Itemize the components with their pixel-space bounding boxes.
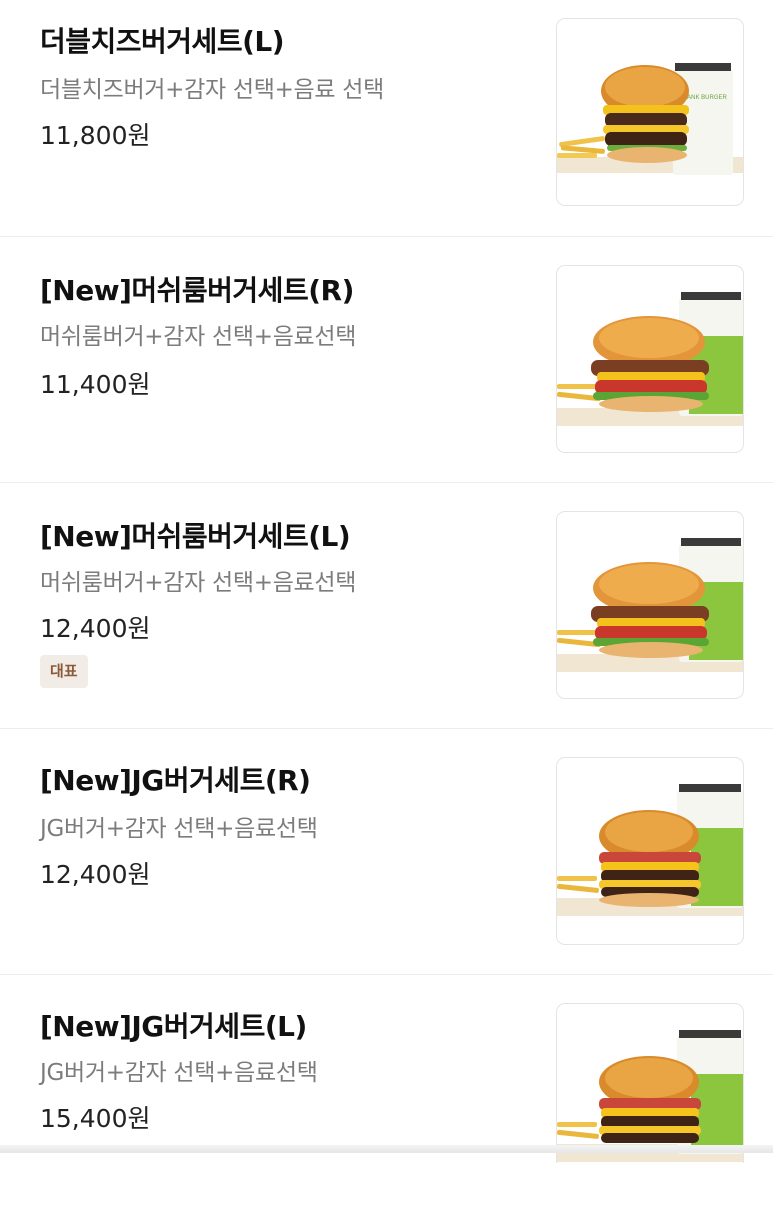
- double-cheeseburger-set-photo-icon[interactable]: FRANK BURGER: [556, 18, 744, 206]
- menu-item-mushroom-set-r[interactable]: [New]머쉬룸버거세트(R) 머쉬룸버거+감자 선택+음료선택 11,400원: [0, 236, 773, 482]
- menu-item-title: 더블치즈버거세트(L): [40, 25, 285, 58]
- menu-item-title: [New]머쉬룸버거세트(R): [40, 274, 354, 307]
- mushroom-burger-set-photo-icon[interactable]: [556, 511, 744, 699]
- menu-item-price: 11,800원: [40, 121, 151, 150]
- menu-item-mushroom-set-l[interactable]: [New]머쉬룸버거세트(L) 머쉬룸버거+감자 선택+음료선택 12,400원…: [0, 482, 773, 728]
- menu-item-jg-set-l[interactable]: [New]JG버거세트(L) JG버거+감자 선택+음료선택 15,400원: [0, 974, 773, 1220]
- menu-item-double-cheese-set-l[interactable]: 더블치즈버거세트(L) 더블치즈버거+감자 선택+음료 선택 11,800원 F…: [0, 0, 773, 246]
- menu-item-description: 더블치즈버거+감자 선택+음료 선택: [40, 77, 385, 103]
- menu-item-description: JG버거+감자 선택+음료선택: [40, 816, 318, 842]
- jg-burger-set-photo-icon[interactable]: [556, 757, 744, 945]
- menu-item-price: 15,400원: [40, 1104, 151, 1133]
- menu-item-jg-set-r[interactable]: [New]JG버거세트(R) JG버거+감자 선택+음료선택 12,400원: [0, 728, 773, 974]
- menu-item-description: 머쉬룸버거+감자 선택+음료선택: [40, 324, 357, 350]
- menu-item-title: [New]JG버거세트(R): [40, 764, 311, 797]
- menu-item-price: 12,400원: [40, 860, 151, 889]
- menu-item-description: JG버거+감자 선택+음료선택: [40, 1060, 318, 1086]
- menu-item-description: 머쉬룸버거+감자 선택+음료선택: [40, 570, 357, 596]
- scroll-edge: [0, 1145, 773, 1153]
- menu-item-price: 12,400원: [40, 614, 151, 643]
- signature-badge: 대표: [40, 655, 88, 688]
- jg-burger-set-photo-icon[interactable]: [556, 1003, 744, 1163]
- mushroom-burger-set-photo-icon[interactable]: [556, 265, 744, 453]
- menu-item-price: 11,400원: [40, 370, 151, 399]
- menu-item-title: [New]JG버거세트(L): [40, 1010, 307, 1043]
- menu-item-title: [New]머쉬룸버거세트(L): [40, 520, 351, 553]
